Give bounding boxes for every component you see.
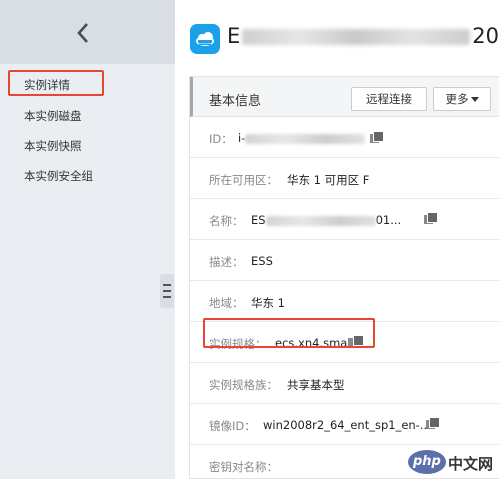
image-id-value: win2008r2_64_ent_sp1_en-... bbox=[263, 418, 431, 432]
keypair-label: 密钥对名称： bbox=[209, 460, 278, 474]
main-content: E 201 基本信息 远程连接 更多 ID： i- 所在可用区： 华东 1 可用区… bbox=[175, 0, 499, 479]
basic-info-panel: 基本信息 远程连接 更多 ID： i- 所在可用区： 华东 1 可用区 F 名称… bbox=[189, 76, 499, 479]
sidebar-item-instance-disks[interactable]: 本实例磁盘 bbox=[24, 108, 82, 124]
back-button[interactable] bbox=[0, 0, 175, 64]
instance-title-prefix: E bbox=[227, 24, 241, 48]
caret-down-icon bbox=[470, 97, 479, 102]
id-label: ID： bbox=[209, 132, 233, 146]
watermark-cn: 中文网 bbox=[448, 455, 494, 473]
row-region: 地域： 华东 1 bbox=[190, 282, 499, 322]
sidebar-item-security-groups[interactable]: 本实例安全组 bbox=[24, 168, 93, 184]
region-value: 华东 1 bbox=[251, 296, 285, 310]
name-label: 名称： bbox=[209, 214, 244, 228]
cloud-server-icon bbox=[190, 24, 220, 54]
chevron-left-icon bbox=[77, 23, 88, 43]
more-label: 更多 bbox=[445, 92, 469, 106]
name-value-suffix: 01... bbox=[375, 213, 402, 227]
row-description: 描述： ESS bbox=[190, 241, 499, 281]
sidebar-collapse-handle[interactable] bbox=[160, 274, 174, 308]
copy-icon[interactable] bbox=[424, 212, 438, 224]
name-value-prefix: ES bbox=[251, 213, 266, 227]
remote-connect-button[interactable]: 远程连接 bbox=[351, 87, 427, 111]
zone-label: 所在可用区： bbox=[209, 173, 278, 187]
instance-header: E 201 bbox=[175, 0, 499, 72]
instance-family-label: 实例规格族： bbox=[209, 378, 278, 392]
menu-icon-bar bbox=[163, 296, 171, 298]
watermark-php: php bbox=[413, 454, 441, 469]
instance-family-value: 共享基本型 bbox=[287, 378, 345, 392]
sidebar-item-instance-snapshots[interactable]: 本实例快照 bbox=[24, 138, 82, 154]
description-label: 描述： bbox=[209, 255, 244, 269]
sidebar-item-instance-details[interactable]: 实例详情 bbox=[24, 77, 70, 93]
panel-title: 基本信息 bbox=[209, 94, 262, 109]
instance-type-highlight bbox=[203, 318, 375, 348]
copy-icon[interactable] bbox=[426, 417, 440, 429]
zone-value: 华东 1 可用区 F bbox=[287, 173, 370, 187]
redacted-text bbox=[265, 215, 376, 226]
instance-title-suffix: 201 bbox=[472, 24, 499, 48]
row-instance-family: 实例规格族： 共享基本型 bbox=[190, 364, 499, 404]
menu-icon-bar bbox=[163, 290, 171, 292]
description-value: ESS bbox=[251, 254, 273, 268]
instance-title: E 201 bbox=[227, 24, 499, 48]
copy-icon[interactable] bbox=[370, 131, 384, 143]
region-label: 地域： bbox=[209, 296, 244, 310]
redacted-text bbox=[242, 29, 471, 45]
sidebar: 实例详情 本实例磁盘 本实例快照 本实例安全组 bbox=[0, 0, 175, 479]
id-value: i- bbox=[238, 131, 366, 145]
row-name: 名称： ES 01... bbox=[190, 200, 499, 240]
php-watermark: php 中文网 bbox=[408, 450, 498, 476]
row-image-id: 镜像ID： win2008r2_64_ent_sp1_en-... bbox=[190, 405, 499, 445]
redacted-text bbox=[245, 133, 366, 144]
row-zone: 所在可用区： 华东 1 可用区 F bbox=[190, 159, 499, 199]
row-id: ID： i- bbox=[190, 118, 499, 158]
image-id-label: 镜像ID： bbox=[209, 419, 256, 433]
panel-header: 基本信息 远程连接 更多 bbox=[190, 77, 499, 117]
id-value-text: i- bbox=[238, 131, 246, 145]
more-button[interactable]: 更多 bbox=[433, 87, 491, 111]
menu-icon bbox=[163, 284, 171, 286]
name-value: ES 01... bbox=[251, 213, 401, 227]
